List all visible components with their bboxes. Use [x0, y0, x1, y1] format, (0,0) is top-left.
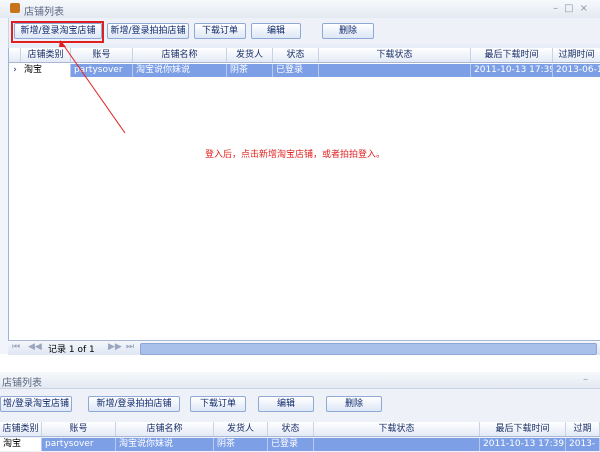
col-shipper[interactable]: 发货人: [227, 48, 273, 62]
bottom-col-shop-type[interactable]: 店铺类别: [0, 422, 42, 436]
col-shop-name[interactable]: 店铺名称: [133, 48, 227, 62]
table-row[interactable]: › 淘宝 partysover 淘宝说你妹说 阴茶 已登录 2011-10-13…: [9, 64, 600, 77]
bottom-add-taobao-shop-button[interactable]: 增/登录淘宝店铺: [0, 396, 72, 412]
annotation-text: 登入后，点击新增淘宝店铺，或者拍拍登入。: [205, 150, 386, 160]
prev-page-icon[interactable]: ◀◀: [28, 342, 42, 352]
bottom-table-row[interactable]: 淘宝 partysover 淘宝说你妹说 阴茶 已登录 2011-10-13 1…: [0, 438, 600, 451]
bottom-col-shipper[interactable]: 发货人: [214, 422, 268, 436]
bottom-cell-status[interactable]: 已登录: [268, 438, 314, 451]
bottom-col-expire[interactable]: 过期: [566, 422, 600, 436]
highlight-box: [11, 21, 104, 43]
shop-list-window: 店铺列表 –□× 新增/登录淘宝店铺 新增/登录拍拍店铺 下载订单 编辑 删除 …: [0, 0, 600, 355]
bottom-cell-download-status[interactable]: [314, 438, 480, 451]
download-orders-button[interactable]: 下载订单: [194, 23, 246, 39]
bottom-cell-expire[interactable]: 2013-: [566, 438, 600, 451]
bottom-add-paipai-shop-button[interactable]: 新增/登录拍拍店铺: [88, 396, 180, 412]
col-shop-type[interactable]: 店铺类别: [21, 48, 71, 62]
window-titlebar: 店铺列表 –□×: [0, 0, 600, 19]
cell-shipper[interactable]: 阴茶: [227, 64, 273, 77]
horizontal-scrollbar[interactable]: [140, 343, 597, 355]
col-account[interactable]: 账号: [71, 48, 133, 62]
last-page-icon[interactable]: ⏭: [126, 342, 134, 352]
window-controls[interactable]: –□×: [553, 3, 594, 14]
col-status[interactable]: 状态: [273, 48, 319, 62]
shop-grid: 店铺类别 账号 店铺名称 发货人 状态 下载状态 最后下载时间 过期时间 › 淘…: [8, 48, 600, 340]
shop-list-window-bottom: 店铺列表 – 增/登录淘宝店铺 新增/登录拍拍店铺 下载订单 编辑 删除 店铺类…: [0, 372, 600, 452]
bottom-cell-shop-type[interactable]: 淘宝: [0, 438, 42, 451]
bottom-col-download-status[interactable]: 下载状态: [314, 422, 480, 436]
cell-expire[interactable]: 2013-06-16: [553, 64, 600, 77]
bottom-col-account[interactable]: 账号: [42, 422, 116, 436]
add-paipai-shop-button[interactable]: 新增/登录拍拍店铺: [107, 23, 189, 39]
row-indicator: ›: [9, 64, 21, 77]
bottom-col-last-download[interactable]: 最后下载时间: [480, 422, 566, 436]
bottom-col-shop-name[interactable]: 店铺名称: [116, 422, 214, 436]
bottom-grid-header: 店铺类别 账号 店铺名称 发货人 状态 下载状态 最后下载时间 过期: [0, 422, 600, 437]
bottom-titlebar: 店铺列表 –: [0, 372, 600, 389]
first-page-icon[interactable]: ⏮: [12, 342, 20, 352]
grid-header: 店铺类别 账号 店铺名称 发货人 状态 下载状态 最后下载时间 过期时间: [9, 48, 600, 63]
cell-status[interactable]: 已登录: [273, 64, 319, 77]
header-indicator: [9, 48, 21, 62]
bottom-window-title: 店铺列表: [2, 378, 42, 389]
edit-button[interactable]: 编辑: [251, 23, 301, 39]
bottom-col-status[interactable]: 状态: [268, 422, 314, 436]
bottom-delete-button[interactable]: 删除: [326, 396, 382, 412]
next-page-icon[interactable]: ▶▶: [108, 342, 122, 352]
bottom-download-orders-button[interactable]: 下载订单: [190, 396, 246, 412]
cell-last-download[interactable]: 2011-10-13 17:39: [471, 64, 553, 77]
pager: ⏮ ◀◀ 记录 1 of 1 ▶▶ ⏭: [8, 340, 600, 355]
record-indicator: 记录 1 of 1: [48, 345, 95, 355]
col-download-status[interactable]: 下载状态: [319, 48, 471, 62]
bottom-cell-last-download[interactable]: 2011-10-13 17:39: [480, 438, 566, 451]
col-expire[interactable]: 过期时间: [553, 48, 600, 62]
cell-download-status[interactable]: [319, 64, 471, 77]
bottom-cell-shop-name[interactable]: 淘宝说你妹说: [116, 438, 214, 451]
cell-shop-name[interactable]: 淘宝说你妹说: [133, 64, 227, 77]
cell-shop-type[interactable]: 淘宝: [21, 64, 71, 77]
col-last-download[interactable]: 最后下载时间: [471, 48, 553, 62]
bottom-cell-account[interactable]: partysover: [42, 438, 116, 451]
bottom-window-controls[interactable]: –: [583, 374, 594, 385]
shop-icon: [10, 3, 20, 13]
cell-account[interactable]: partysover: [71, 64, 133, 77]
bottom-edit-button[interactable]: 编辑: [258, 396, 314, 412]
bottom-cell-shipper[interactable]: 阴茶: [214, 438, 268, 451]
delete-button[interactable]: 删除: [322, 23, 374, 39]
window-title: 店铺列表: [24, 7, 64, 18]
